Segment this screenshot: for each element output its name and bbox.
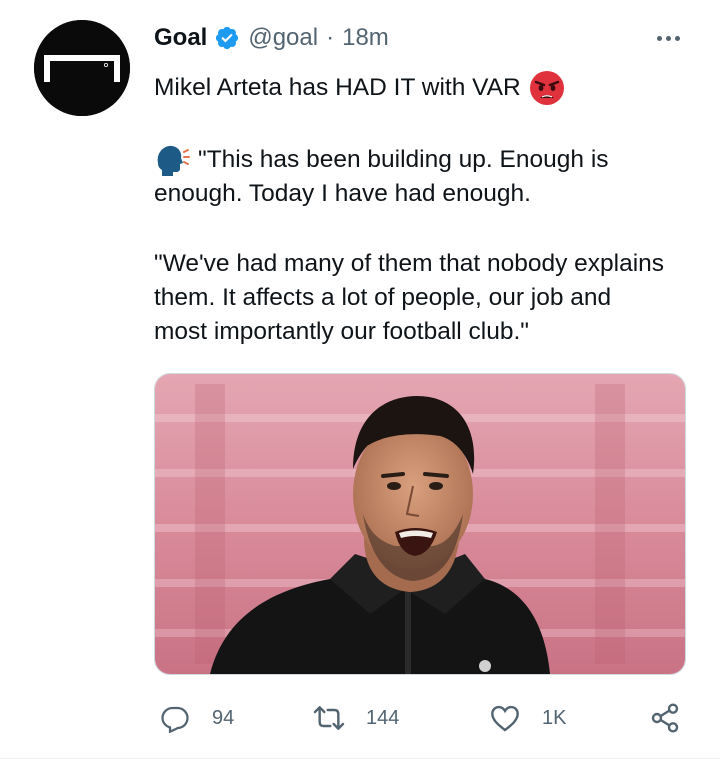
more-options-icon[interactable] (650, 26, 686, 50)
tweet-headline: Mikel Arteta has HAD IT with VAR (154, 74, 521, 101)
tweet-timestamp[interactable]: 18m (342, 24, 389, 52)
quote2-line1: "We've had many of them that nobody expl… (154, 250, 665, 277)
share-action[interactable] (648, 700, 682, 736)
quote2-line2: them. It affects a lot of people, our jo… (154, 284, 612, 311)
photo-of-manager-icon (155, 374, 685, 674)
separator-dot: · (326, 24, 335, 51)
tweet-divider (0, 758, 720, 759)
tweet[interactable]: Goal @goal · 18m Mikel Arteta has HAD IT… (0, 0, 720, 763)
heart-icon[interactable] (488, 701, 522, 735)
like-count: 1K (542, 706, 567, 729)
quote1-line2: enough. Today I have had enough. (154, 180, 531, 207)
author-handle[interactable]: @goal (248, 24, 318, 52)
tweet-text-line1: Mikel Arteta has HAD IT with VAR (154, 70, 694, 106)
speaking-head-emoji-icon (154, 143, 190, 177)
retweet-count: 144 (366, 706, 400, 729)
retweet-icon[interactable] (312, 701, 346, 735)
reply-action[interactable]: 94 (158, 700, 234, 736)
tweet-media-photo[interactable] (154, 373, 686, 675)
goal-logo-icon (34, 20, 130, 116)
reply-icon[interactable] (158, 701, 192, 735)
share-icon[interactable] (648, 701, 682, 735)
retweet-action[interactable]: 144 (312, 700, 399, 736)
verified-badge-icon (214, 25, 240, 51)
reply-count: 94 (212, 706, 235, 729)
author-name[interactable]: Goal (154, 24, 207, 52)
like-action[interactable]: 1K (488, 700, 566, 736)
tweet-header: Goal @goal · 18m (154, 20, 389, 56)
quote-paragraph-1: "This has been building up. Enough is en… (154, 143, 694, 211)
avatar[interactable] (34, 20, 130, 116)
quote-paragraph-2: "We've had many of them that nobody expl… (154, 247, 694, 349)
quote1-line1: "This has been building up. Enough is (198, 146, 609, 173)
quote2-line3: most importantly our football club." (154, 318, 530, 345)
angry-face-emoji-icon (529, 70, 565, 106)
